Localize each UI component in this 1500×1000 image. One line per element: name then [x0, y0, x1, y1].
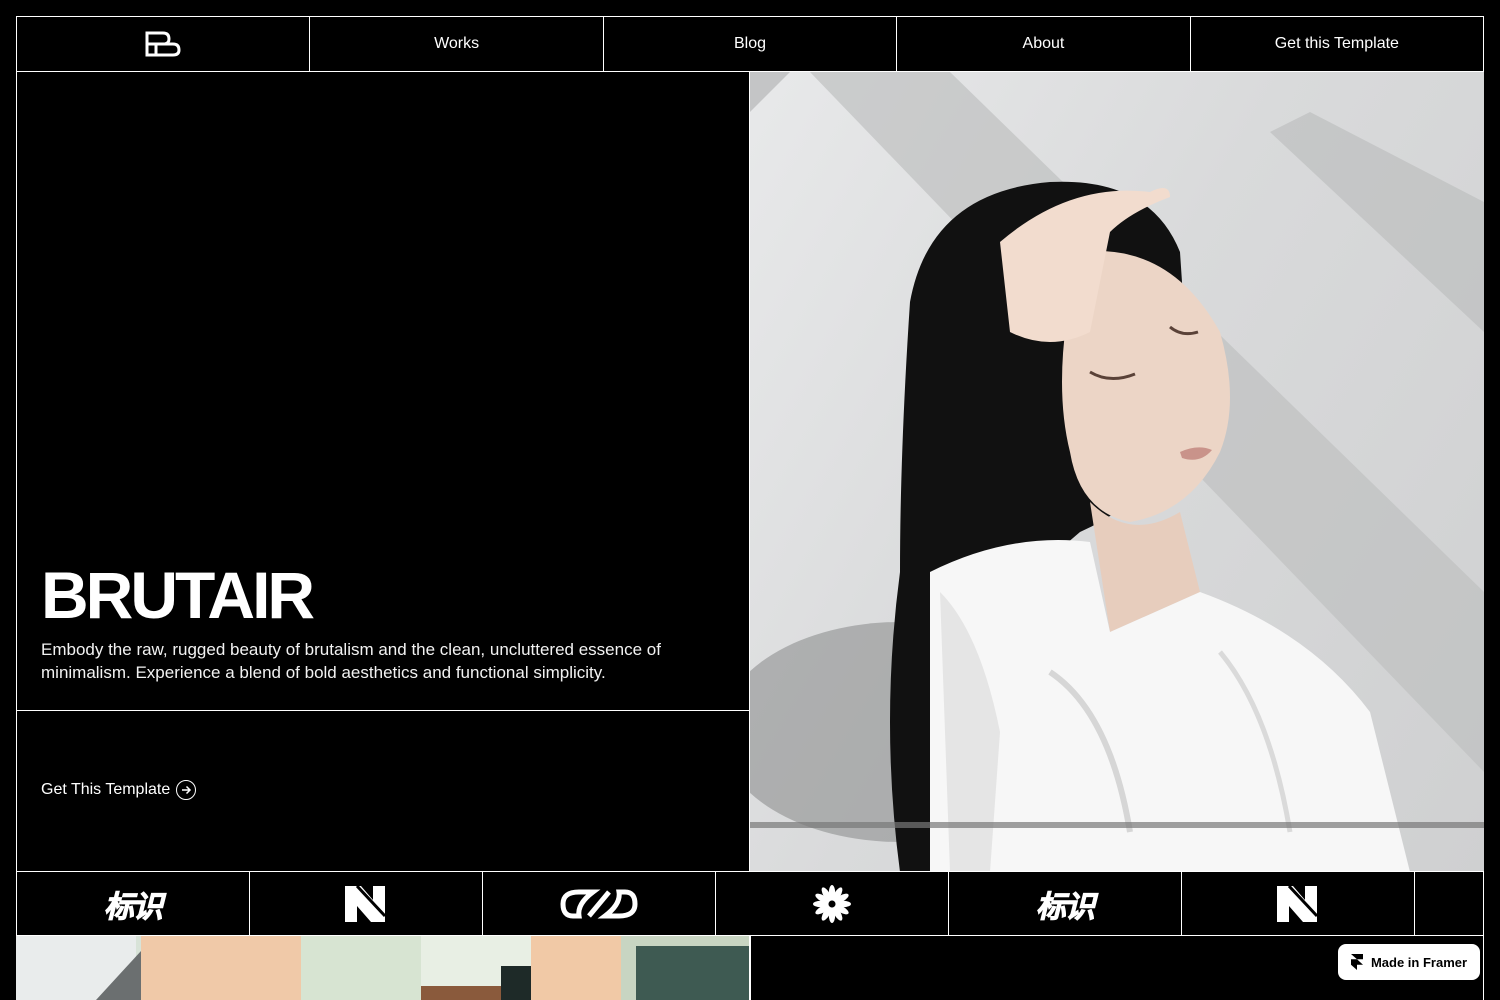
hero-text-block: BRUTAIR Embody the raw, rugged beauty of…	[41, 562, 721, 684]
get-template-label: Get This Template	[41, 781, 171, 798]
framer-icon	[1350, 954, 1363, 970]
logo-cell: 标识	[17, 872, 250, 935]
brutair-b-logo-icon	[145, 31, 181, 57]
made-in-framer-label: Made in Framer	[1370, 954, 1468, 970]
nav-link-works[interactable]: Works	[310, 17, 604, 71]
hero-description: Embody the raw, rugged beauty of brutali…	[41, 640, 661, 682]
logo-cell	[483, 872, 716, 935]
logo-cell	[1415, 872, 1481, 935]
arrow-right-circle-icon	[176, 780, 197, 800]
chinese-logo-text: 标识	[104, 889, 164, 925]
hero-title: BRUTAIR	[41, 558, 315, 632]
chinese-logo-text: 标识	[1036, 889, 1096, 925]
home-logo-link[interactable]	[17, 17, 311, 71]
starburst-logo-icon	[813, 884, 851, 923]
infinity-link-logo-icon	[560, 889, 638, 918]
nav-link-about[interactable]: About	[897, 17, 1191, 71]
made-in-framer-badge[interactable]: Made in Framer	[1338, 944, 1480, 980]
hero-divider	[17, 710, 750, 711]
logo-cell	[716, 872, 949, 935]
logo-cell	[250, 872, 483, 935]
nav-link-blog[interactable]: Blog	[604, 17, 898, 71]
get-template-button[interactable]: Get This Template	[41, 780, 197, 800]
building-facade-photo	[16, 936, 750, 1000]
n-mark-logo-icon	[345, 885, 387, 922]
top-navigation: Works Blog About Get this Template	[16, 16, 1484, 72]
woman-in-white-shirt-photo	[750, 72, 1484, 872]
nav-link-get-template[interactable]: Get this Template	[1191, 17, 1483, 71]
client-logo-strip: 标识 标识	[16, 871, 1484, 936]
n-mark-logo-icon	[1277, 885, 1319, 922]
hero-text-panel: BRUTAIR Embody the raw, rugged beauty of…	[16, 72, 750, 872]
logo-cell	[1182, 872, 1415, 935]
logo-cell: 标识	[949, 872, 1182, 935]
